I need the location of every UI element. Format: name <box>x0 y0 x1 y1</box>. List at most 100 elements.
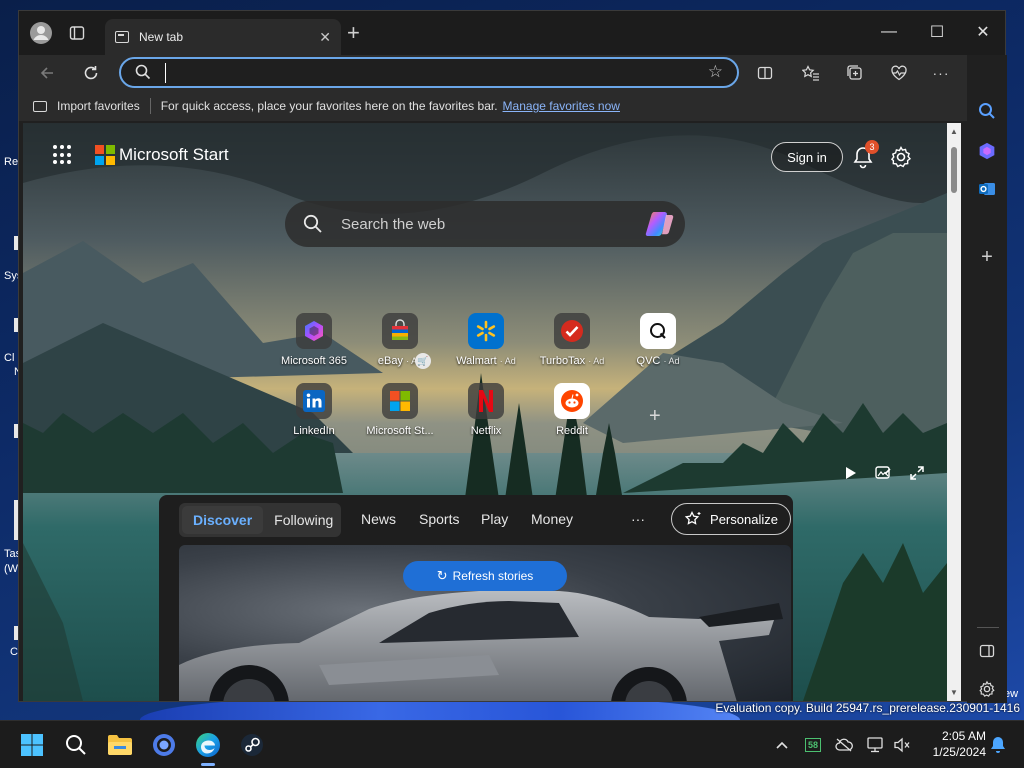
sidebar-microsoft-365-button[interactable] <box>973 137 1001 165</box>
web-search-box[interactable] <box>285 201 685 247</box>
sidebar-settings-button[interactable] <box>973 675 1001 703</box>
search-icon <box>66 735 86 755</box>
sidebar-outlook-button[interactable] <box>973 175 1001 203</box>
quick-link-reddit[interactable]: Reddit <box>529 383 615 437</box>
desktop-icon-label[interactable]: C <box>10 646 18 658</box>
active-app-indicator <box>201 763 215 766</box>
nav-news[interactable]: News <box>361 511 396 527</box>
quick-link-label: Walmart · Ad <box>456 355 516 367</box>
system-clock[interactable]: 2:05 AM 1/25/2024 <box>922 728 986 760</box>
quick-link-netflix[interactable]: Netflix <box>443 383 529 437</box>
featured-story-card[interactable]: ↻ Refresh stories <box>179 545 791 701</box>
browser-toolbar: ☆ ··· <box>19 55 1005 91</box>
steam-icon <box>241 734 263 756</box>
split-screen-button[interactable] <box>751 59 779 87</box>
play-icon <box>846 467 856 479</box>
cloud-offline-icon[interactable] <box>834 735 854 755</box>
quick-link-walmart[interactable]: Walmart · Ad <box>443 313 529 367</box>
nav-money[interactable]: Money <box>531 511 573 527</box>
network-icon[interactable] <box>866 735 886 755</box>
close-window-button[interactable]: ✕ <box>961 17 1005 47</box>
quick-link-microsoft-365[interactable]: Microsoft 365 <box>271 313 357 367</box>
sidebar-search-button[interactable] <box>973 97 1001 125</box>
maximize-button[interactable]: ☐ <box>915 17 959 47</box>
sign-in-button[interactable]: Sign in <box>771 142 843 172</box>
taskbar-search-button[interactable] <box>60 729 92 761</box>
copilot-search-icon[interactable] <box>645 211 675 237</box>
refresh-button[interactable] <box>77 59 105 87</box>
arrow-left-icon <box>40 67 53 79</box>
notification-count-badge: 3 <box>865 140 879 154</box>
web-search-input[interactable] <box>341 213 631 235</box>
show-hidden-icons-chevron-up-icon[interactable] <box>772 735 792 755</box>
steam-button[interactable] <box>236 729 268 761</box>
new-tab-button[interactable]: + <box>347 22 360 44</box>
page-settings-gear-icon[interactable] <box>889 145 913 169</box>
nav-sports[interactable]: Sports <box>419 511 459 527</box>
app-launcher-button[interactable] <box>53 145 73 165</box>
settings-more-button[interactable]: ··· <box>927 59 955 87</box>
browser-essentials-button[interactable] <box>885 59 913 87</box>
manage-favorites-link[interactable]: Manage favorites now <box>503 99 620 113</box>
play-background-button[interactable] <box>841 463 861 483</box>
image-edit-icon <box>875 466 891 479</box>
sidebar-add-button[interactable]: + <box>973 243 1001 271</box>
app-launcher-dot <box>60 152 64 157</box>
refresh-stories-button[interactable]: ↻ Refresh stories <box>403 561 567 591</box>
expand-background-button[interactable] <box>907 463 927 483</box>
quick-link-linkedin[interactable]: LinkedIn <box>271 383 357 437</box>
quick-link-tile <box>468 313 504 349</box>
scrollbar-thumb[interactable] <box>951 147 957 193</box>
app-launcher-dot <box>53 145 57 149</box>
quick-link-microsoft-store[interactable]: Microsoft St... <box>357 383 443 437</box>
desktop-icon-label[interactable]: Re <box>4 156 18 168</box>
notification-center-bell-icon[interactable] <box>988 735 1008 755</box>
file-explorer-button[interactable] <box>104 729 136 761</box>
import-favorites-button[interactable]: Import favorites <box>19 99 140 113</box>
tab-actions-button[interactable] <box>63 19 91 47</box>
address-bar[interactable]: ☆ <box>119 57 739 88</box>
start-button[interactable] <box>16 729 48 761</box>
search-icon <box>135 64 151 83</box>
shopping-cart-icon: 🛒 <box>415 353 431 369</box>
title-bar[interactable]: New tab ✕ + — ☐ ✕ <box>19 11 1005 55</box>
walmart-spark-icon <box>476 320 496 342</box>
app-launcher-dot <box>67 145 71 149</box>
tab-discover[interactable]: Discover <box>182 506 264 534</box>
quick-link-turbotax[interactable]: TurboTax · Ad <box>529 313 615 367</box>
tab-new-tab[interactable]: New tab ✕ <box>105 19 341 55</box>
favorites-button[interactable] <box>797 59 825 87</box>
back-button[interactable] <box>33 59 61 87</box>
collections-button[interactable] <box>841 59 869 87</box>
profile-button[interactable] <box>27 19 55 47</box>
scroll-up-arrow-icon[interactable]: ▲ <box>950 127 958 136</box>
brand-title[interactable]: Microsoft Start <box>119 145 229 165</box>
sidebar-divider <box>977 627 999 628</box>
page-scrollbar[interactable]: ▲ ▼ <box>947 123 961 701</box>
tray-app-icon[interactable]: 58 <box>802 735 824 755</box>
quick-link-label: LinkedIn <box>293 425 335 437</box>
edge-taskbar-button[interactable] <box>192 729 224 761</box>
quick-link-qvc[interactable]: QVC · Ad <box>615 313 701 367</box>
nav-play[interactable]: Play <box>481 511 508 527</box>
sparkle-star-icon <box>684 511 701 525</box>
sidebar-hide-button[interactable] <box>973 637 1001 665</box>
add-favorite-star-icon[interactable]: ☆ <box>708 62 723 82</box>
clock-time: 2:05 AM <box>941 729 986 743</box>
personalize-button[interactable]: Personalize <box>671 503 791 535</box>
desktop-icon-label[interactable]: Cl <box>4 352 14 364</box>
more-nav-button[interactable]: ··· <box>631 511 645 527</box>
taskbar: 58 2:05 AM 1/25/2024 <box>0 720 1024 768</box>
tab-following[interactable]: Following <box>263 512 344 528</box>
scroll-down-arrow-icon[interactable]: ▼ <box>950 688 958 697</box>
desktop-icon-label[interactable]: (W <box>4 563 18 575</box>
volume-muted-icon[interactable] <box>892 735 912 755</box>
add-quick-link-button[interactable]: + <box>649 405 661 428</box>
favorites-list-icon <box>802 65 819 81</box>
edit-background-button[interactable] <box>873 463 893 483</box>
tab-close-button[interactable]: ✕ <box>319 29 331 46</box>
address-input[interactable] <box>165 63 685 83</box>
chrome-like-app-button[interactable] <box>148 729 180 761</box>
netflix-icon <box>479 390 493 412</box>
minimize-button[interactable]: — <box>867 17 911 47</box>
